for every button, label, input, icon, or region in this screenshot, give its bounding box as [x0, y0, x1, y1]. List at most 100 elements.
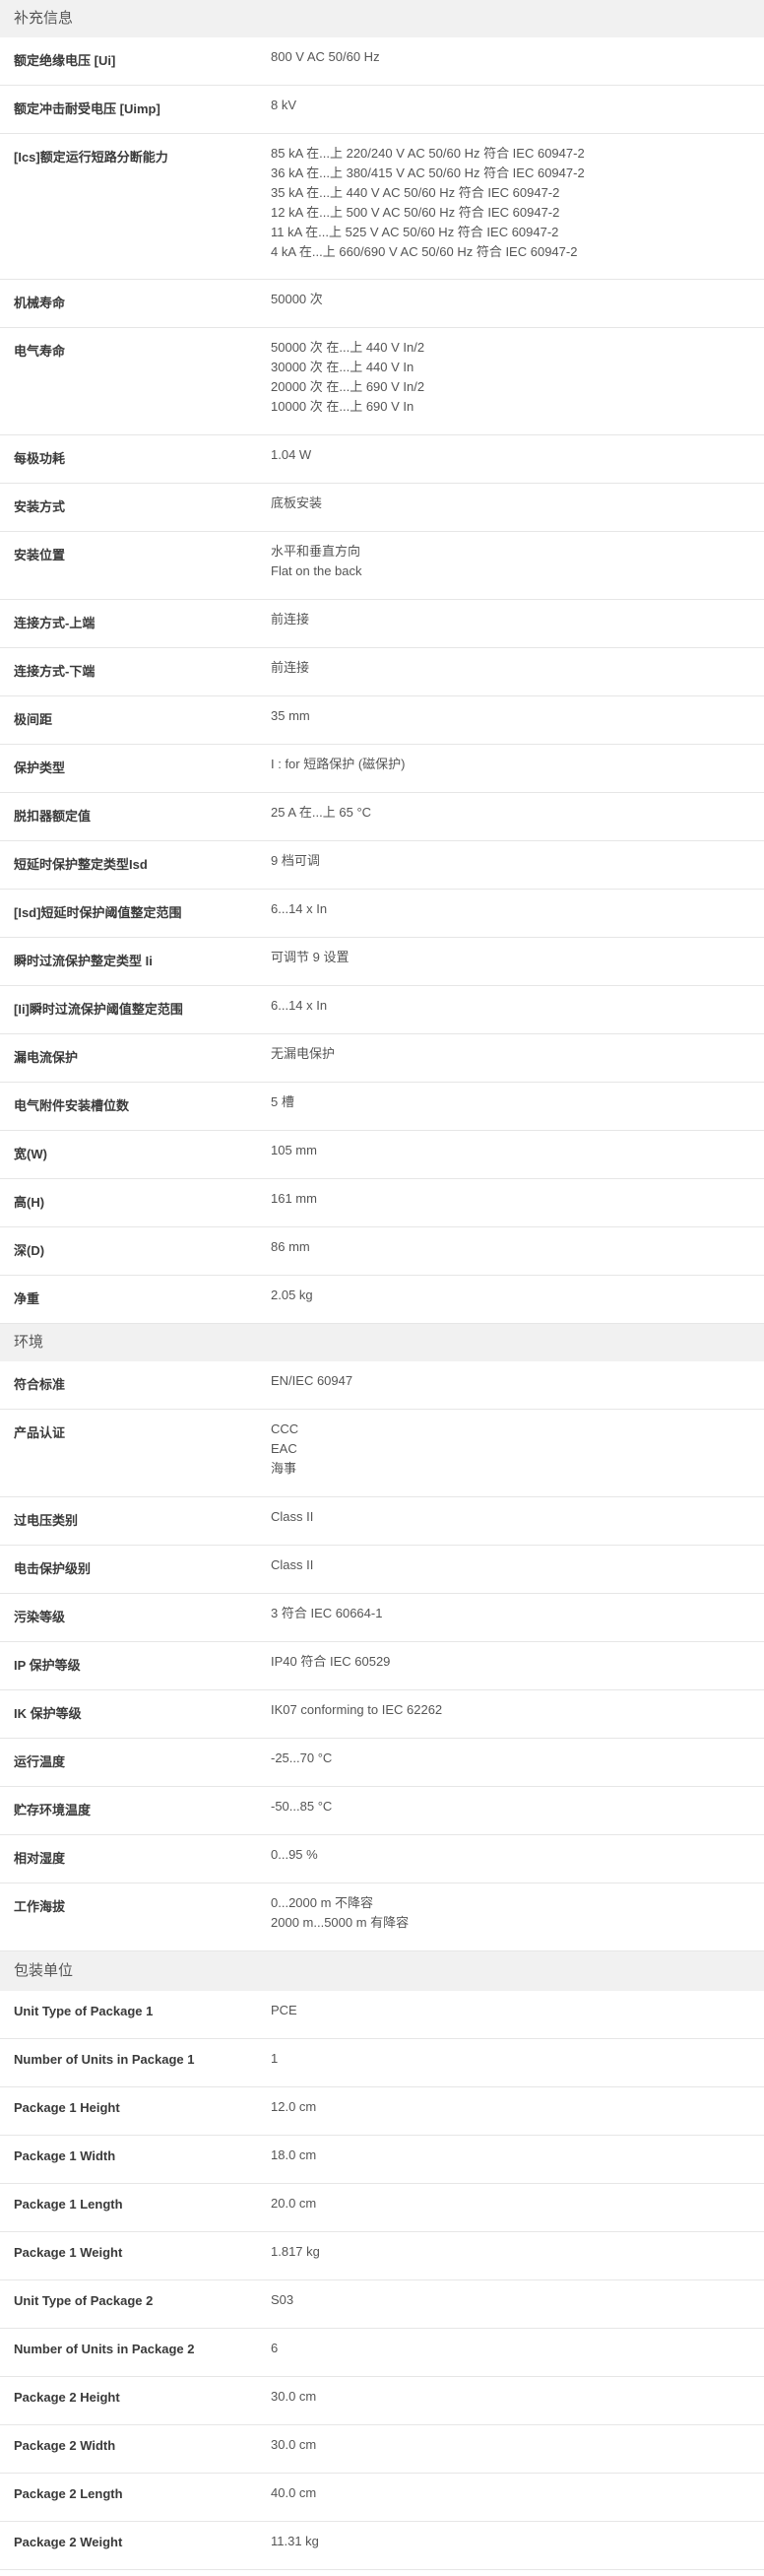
- spec-value: 6: [271, 2329, 764, 2358]
- spec-value: 0...2000 m 不降容 2000 m...5000 m 有降容: [271, 1883, 764, 1933]
- spec-row: 工作海拔 0...2000 m 不降容 2000 m...5000 m 有降容: [0, 1883, 764, 1951]
- spec-value: PCE: [271, 1991, 764, 2020]
- spec-label: 安装方式: [14, 499, 66, 514]
- spec-label: 深(D): [14, 1243, 45, 1258]
- spec-value-line: 2.05 kg: [271, 1288, 313, 1302]
- spec-label: Number of Units in Package 2: [14, 2342, 195, 2356]
- spec-value: 40.0 cm: [271, 2474, 764, 2503]
- spec-value: 2.05 kg: [271, 1276, 764, 1305]
- spec-value-line: 4 kA 在...上 660/690 V AC 50/60 Hz 符合 IEC …: [271, 244, 578, 259]
- spec-value-line: 11 kA 在...上 525 V AC 50/60 Hz 符合 IEC 609…: [271, 225, 559, 239]
- spec-value: 85 kA 在...上 220/240 V AC 50/60 Hz 符合 IEC…: [271, 134, 764, 262]
- spec-value-line: EN/IEC 60947: [271, 1373, 353, 1388]
- spec-label: 电气附件安装槽位数: [14, 1098, 130, 1113]
- spec-row-package-1-width: Package 1 Width 18.0 cm: [0, 2136, 764, 2184]
- spec-value: 6...14 x In: [271, 890, 764, 919]
- spec-label: 保护类型: [14, 760, 66, 775]
- spec-value-line: 0...95 %: [271, 1847, 318, 1862]
- spec-value-line: 10000 次 在...上 690 V In: [271, 399, 414, 414]
- spec-label: 过电压类别: [14, 1513, 79, 1528]
- spec-row: 电气寿命 50000 次 在...上 440 V In/2 30000 次 在...…: [0, 328, 764, 435]
- spec-label: 污染等级: [14, 1610, 66, 1624]
- spec-value-line: Class II: [271, 1557, 314, 1572]
- spec-row-ics: [Ics]额定运行短路分断能力 85 kA 在...上 220/240 V AC …: [0, 134, 764, 280]
- spec-value-line: 2000 m...5000 m 有降容: [271, 1915, 410, 1930]
- spec-label: 机械寿命: [14, 296, 66, 310]
- spec-label: Unit Type of Package 2: [14, 2293, 154, 2308]
- spec-value: 前连接: [271, 648, 764, 678]
- spec-label: 连接方式-上端: [14, 616, 96, 630]
- spec-value-line: 800 V AC 50/60 Hz: [271, 49, 380, 64]
- section-header: 补充信息: [0, 0, 764, 37]
- spec-row-unit-type-of-package-1: Unit Type of Package 1 PCE: [0, 1991, 764, 2039]
- spec-label: 符合标准: [14, 1377, 66, 1392]
- spec-value: 11.31 kg: [271, 2522, 764, 2551]
- spec-label: Unit Type of Package 1: [14, 2004, 154, 2018]
- spec-value-line: 35 kA 在...上 440 V AC 50/60 Hz 符合 IEC 609…: [271, 185, 560, 200]
- spec-label: Package 2 Width: [14, 2438, 116, 2453]
- spec-value-line: 0...2000 m 不降容: [271, 1895, 374, 1910]
- spec-value-line: -25...70 °C: [271, 1750, 333, 1765]
- spec-row-number-of-units-in-package-1: Number of Units in Package 1 1: [0, 2039, 764, 2087]
- spec-label: Package 1 Weight: [14, 2245, 123, 2260]
- spec-value: -25...70 °C: [271, 1739, 764, 1768]
- spec-label: 极间距: [14, 712, 53, 727]
- spec-value: 50000 次: [271, 280, 764, 309]
- spec-value-line: PCE: [271, 2003, 297, 2017]
- spec-value: Class II: [271, 1497, 764, 1527]
- spec-value-line: Flat on the back: [271, 563, 362, 578]
- spec-value-line: 可调节 9 设置: [271, 950, 350, 964]
- spec-value: S03: [271, 2280, 764, 2310]
- spec-label: 连接方式-下端: [14, 664, 96, 679]
- spec-value-line: -50...85 °C: [271, 1799, 333, 1814]
- spec-value-line: 35 mm: [271, 708, 310, 723]
- spec-section: 环境 符合标准 EN/IEC 60947 产品认证 CCC EAC 海事 过电压类别 Class…: [0, 1324, 764, 1951]
- spec-row-package-1-height: Package 1 Height 12.0 cm: [0, 2087, 764, 2136]
- spec-value: IK07 conforming to IEC 62262: [271, 1690, 764, 1720]
- spec-value-line: 86 mm: [271, 1239, 310, 1254]
- spec-value-line: 前连接: [271, 660, 310, 675]
- spec-label: Package 1 Length: [14, 2197, 123, 2212]
- spec-value: I : for 短路保护 (磁保护): [271, 745, 764, 774]
- spec-value: IP40 符合 IEC 60529: [271, 1642, 764, 1672]
- spec-label: 产品认证: [14, 1425, 66, 1440]
- spec-label: 额定冲击耐受电压 [Uimp]: [14, 101, 160, 116]
- spec-value: 25 A 在...上 65 °C: [271, 793, 764, 823]
- spec-row: 脱扣器额定值 25 A 在...上 65 °C: [0, 793, 764, 841]
- spec-value: 20.0 cm: [271, 2184, 764, 2213]
- spec-label: 短延时保护整定类型Isd: [14, 857, 148, 872]
- spec-row: 漏电流保护 无漏电保护: [0, 1034, 764, 1083]
- spec-label: 相对湿度: [14, 1851, 66, 1866]
- spec-value: 无漏电保护: [271, 1034, 764, 1064]
- spec-value: 6...14 x In: [271, 986, 764, 1016]
- spec-row: 净重 2.05 kg: [0, 1276, 764, 1324]
- spec-value-line: 11.31 kg: [271, 2534, 319, 2548]
- spec-row-ii: 瞬时过流保护整定类型 Ii 可调节 9 设置: [0, 938, 764, 986]
- spec-row: 运行温度 -25...70 °C: [0, 1739, 764, 1787]
- spec-value: 86 mm: [271, 1227, 764, 1257]
- spec-value-line: 底板安装: [271, 495, 323, 510]
- spec-value: 9 档可调: [271, 841, 764, 871]
- spec-row: 污染等级 3 符合 IEC 60664-1: [0, 1594, 764, 1642]
- spec-value-line: Class II: [271, 1509, 314, 1524]
- spec-row-isd: [Isd]短延时保护阈值整定范围 6...14 x In: [0, 890, 764, 938]
- spec-label: [Ics]额定运行短路分断能力: [14, 150, 168, 165]
- spec-value-line: 无漏电保护: [271, 1046, 336, 1061]
- spec-label: 高(H): [14, 1195, 45, 1210]
- spec-row-ui: 额定绝缘电压 [Ui] 800 V AC 50/60 Hz: [0, 37, 764, 86]
- spec-row-unit-type-of-package-2: Unit Type of Package 2 S03: [0, 2280, 764, 2329]
- spec-value: EN/IEC 60947: [271, 1361, 764, 1391]
- spec-value-line: 1.817 kg: [271, 2244, 320, 2259]
- spec-row-package-2-height: Package 2 Height 30.0 cm: [0, 2377, 764, 2425]
- spec-value-line: S03: [271, 2292, 294, 2307]
- spec-value-line: 161 mm: [271, 1191, 317, 1206]
- spec-label: Package 1 Height: [14, 2100, 120, 2115]
- spec-value-line: 30.0 cm: [271, 2389, 317, 2404]
- spec-value-line: 12 kA 在...上 500 V AC 50/60 Hz 符合 IEC 609…: [271, 205, 560, 220]
- spec-row: 安装位置 水平和垂直方向 Flat on the back: [0, 532, 764, 600]
- spec-value: 30.0 cm: [271, 2377, 764, 2407]
- spec-value-line: 25 A 在...上 65 °C: [271, 805, 372, 820]
- spec-value: 8 kV: [271, 86, 764, 115]
- spec-row-number-of-units-in-package-2: Number of Units in Package 2 6: [0, 2329, 764, 2377]
- spec-row: 连接方式-下端 前连接: [0, 648, 764, 696]
